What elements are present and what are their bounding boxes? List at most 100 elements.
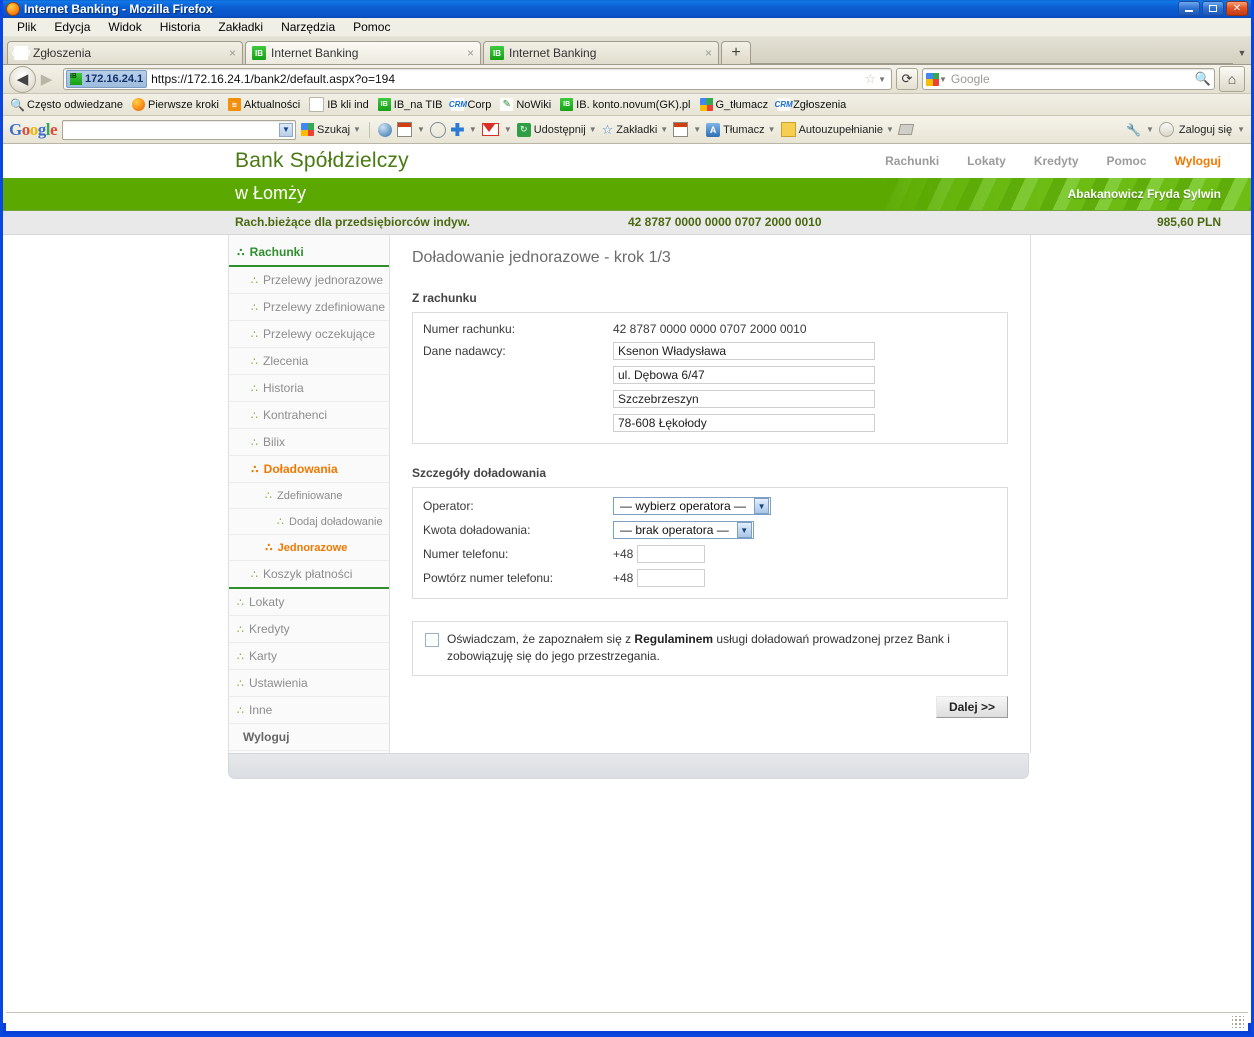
sidebar-item-koszyk-platnosci[interactable]: ∴ Koszyk płatności <box>229 561 389 589</box>
chevron-down-icon[interactable]: ▼ <box>589 125 597 134</box>
bookmark-nowiki[interactable]: ✎ NoWiki <box>497 97 554 112</box>
address-bar[interactable]: IB 172.16.24.1 https://172.16.24.1/bank2… <box>63 68 892 90</box>
google-autofill-button[interactable]: Autouzupełnianie ▼ <box>780 122 894 137</box>
chevron-down-icon[interactable]: ▼ <box>504 125 512 134</box>
next-button[interactable]: Dalej >> <box>935 695 1008 718</box>
page-rank-icon[interactable] <box>396 122 412 137</box>
phone-input[interactable] <box>637 545 705 563</box>
bookmark-czesto-odwiedzane[interactable]: 🔍 Często odwiedzane <box>8 97 126 112</box>
sender-street-input[interactable] <box>613 366 875 384</box>
sidebar-item-zlecenia[interactable]: ∴ Zlecenia <box>229 348 389 375</box>
chevron-down-icon[interactable]: ▼ <box>279 122 294 137</box>
chevron-down-icon[interactable]: ▼ <box>353 125 361 134</box>
menu-item-plik[interactable]: Plik <box>9 19 44 35</box>
bookmark-pierwsze-kroki[interactable]: Pierwsze kroki <box>129 97 222 112</box>
sidebar-item-lokaty[interactable]: ∴ Lokaty <box>229 589 389 616</box>
close-icon[interactable]: × <box>699 46 712 60</box>
sidebar-item-doladowania[interactable]: ∴ Doładowania <box>229 456 389 483</box>
sidebar-item-inne[interactable]: ∴ Inne <box>229 697 389 724</box>
phone-repeat-input[interactable] <box>637 569 705 587</box>
sidebar-item-przelewy-jednorazowe[interactable]: ∴ Przelewy jednorazowe <box>229 267 389 294</box>
google-bookmarks-button[interactable]: ☆ Zakładki ▼ <box>602 122 669 138</box>
site-identity-badge[interactable]: IB 172.16.24.1 <box>66 70 148 88</box>
sidebar-item-historia[interactable]: ∴ Historia <box>229 375 389 402</box>
tab-internet-banking-1[interactable]: IB Internet Banking × <box>245 41 481 64</box>
forward-button[interactable]: ▶ <box>34 67 59 92</box>
bookmark-zgloszenia[interactable]: CRM Zgłoszenia <box>774 97 849 112</box>
operator-select[interactable]: — wybierz operatora — ▼ <box>613 497 772 515</box>
topnav-kredyty[interactable]: Kredyty <box>1034 154 1079 168</box>
chevron-down-icon[interactable]: ▼ <box>939 75 947 84</box>
google-search-button[interactable]: Szukaj ▼ <box>301 123 361 136</box>
chevron-down-icon[interactable]: ▼ <box>768 125 776 134</box>
search-icon[interactable]: 🔍 <box>1195 71 1211 87</box>
chevron-down-icon[interactable]: ▼ <box>469 125 477 134</box>
bookmark-ib-konto-novum[interactable]: IB IB. konto.novum(GK).pl <box>557 97 693 112</box>
chevron-down-icon[interactable]: ▼ <box>878 75 886 84</box>
menu-item-pomoc[interactable]: Pomoc <box>345 19 398 35</box>
history-clock-icon[interactable] <box>429 121 446 138</box>
bookmark-ib-kli-ind[interactable]: IB kli ind <box>306 96 372 113</box>
tab-list-chevron-icon[interactable]: ▼ <box>1233 41 1251 64</box>
topnav-rachunki[interactable]: Rachunki <box>885 154 939 168</box>
minimize-button[interactable] <box>1178 1 1200 16</box>
google-translate-button[interactable]: A Tłumacz ▼ <box>706 122 776 137</box>
menu-item-zakladki[interactable]: Zakładki <box>210 19 271 35</box>
sidebar-item-ustawienia[interactable]: ∴ Ustawienia <box>229 670 389 697</box>
sidebar-item-dodaj-doladowanie[interactable]: ∴ Dodaj doładowanie <box>229 509 389 535</box>
close-button[interactable]: ✕ <box>1226 1 1248 16</box>
new-tab-button[interactable]: + <box>721 41 751 64</box>
chevron-down-icon[interactable]: ▼ <box>754 498 770 514</box>
wrench-icon[interactable]: 🔧 <box>1126 123 1141 137</box>
chevron-down-icon[interactable]: ▼ <box>1146 125 1154 134</box>
sender-city-input[interactable] <box>613 390 875 408</box>
gmail-icon[interactable] <box>481 123 499 136</box>
chevron-down-icon[interactable]: ▼ <box>1237 125 1245 134</box>
tab-zgloszenia[interactable]: CRM Zgłoszenia × <box>7 41 243 64</box>
tab-internet-banking-2[interactable]: IB Internet Banking × <box>483 41 719 64</box>
home-button[interactable]: ⌂ <box>1219 66 1245 92</box>
close-icon[interactable]: × <box>461 46 474 60</box>
reload-button[interactable]: ⟳ <box>896 68 918 90</box>
sidebar-item-rachunki[interactable]: ∴ Rachunki <box>229 239 389 267</box>
resize-grip[interactable] <box>1232 1016 1244 1028</box>
topnav-lokaty[interactable]: Lokaty <box>967 154 1006 168</box>
regulations-link[interactable]: Regulaminem <box>634 632 713 646</box>
amount-select[interactable]: — brak operatora — ▼ <box>613 521 754 539</box>
menu-item-historia[interactable]: Historia <box>152 19 209 35</box>
agreement-checkbox[interactable] <box>425 633 439 647</box>
search-input[interactable]: Google <box>951 72 1195 86</box>
sidebar-item-kredyty[interactable]: ∴ Kredyty <box>229 616 389 643</box>
sender-name-input[interactable] <box>613 342 875 360</box>
sidebar-item-zdefiniowane[interactable]: ∴ Zdefiniowane <box>229 483 389 509</box>
topnav-pomoc[interactable]: Pomoc <box>1107 154 1147 168</box>
chevron-down-icon[interactable]: ▼ <box>417 125 425 134</box>
chevron-down-icon[interactable]: ▼ <box>660 125 668 134</box>
search-bar[interactable]: ▼ Google 🔍 <box>922 68 1215 90</box>
sidebar-item-karty[interactable]: ∴ Karty <box>229 643 389 670</box>
sidebar-item-przelewy-zdefiniowane[interactable]: ∴ Przelewy zdefiniowane <box>229 294 389 321</box>
chevron-down-icon[interactable]: ▼ <box>693 125 701 134</box>
sidebar-item-przelewy-oczekujace[interactable]: ∴ Przelewy oczekujące <box>229 321 389 348</box>
close-icon[interactable]: × <box>223 46 236 60</box>
menu-item-narzedzia[interactable]: Narzędzia <box>273 19 343 35</box>
google-search-input[interactable]: ▼ <box>62 119 297 140</box>
chevron-down-icon[interactable]: ▼ <box>886 125 894 134</box>
sidebar-item-kontrahenci[interactable]: ∴ Kontrahenci <box>229 402 389 429</box>
sidebar-item-jednorazowe[interactable]: ∴ Jednorazowe <box>229 535 389 561</box>
eraser-icon[interactable] <box>897 124 915 135</box>
signin-label[interactable]: Zaloguj się <box>1179 124 1232 136</box>
sidebar-item-bilix[interactable]: ∴ Bilix <box>229 429 389 456</box>
google-share-button[interactable]: ↻ Udostępnij ▼ <box>516 122 597 137</box>
bookmark-corp[interactable]: CRM Corp <box>448 97 494 112</box>
back-button[interactable]: ◀ <box>9 65 36 93</box>
chevron-down-icon[interactable]: ▼ <box>736 522 752 538</box>
popup-blocker-icon[interactable] <box>673 122 689 137</box>
sender-postcode-input[interactable] <box>613 414 875 432</box>
bookmark-star-icon[interactable]: ☆ <box>864 71 876 87</box>
globe-icon[interactable] <box>377 122 392 137</box>
sidebar-item-wyloguj[interactable]: Wyloguj <box>229 724 389 751</box>
bookmark-ib-na-tib[interactable]: IB IB_na TIB <box>375 97 446 112</box>
bookmark-aktualnosci[interactable]: ≋ Aktualności <box>225 97 303 112</box>
menu-item-edycja[interactable]: Edycja <box>46 19 98 35</box>
